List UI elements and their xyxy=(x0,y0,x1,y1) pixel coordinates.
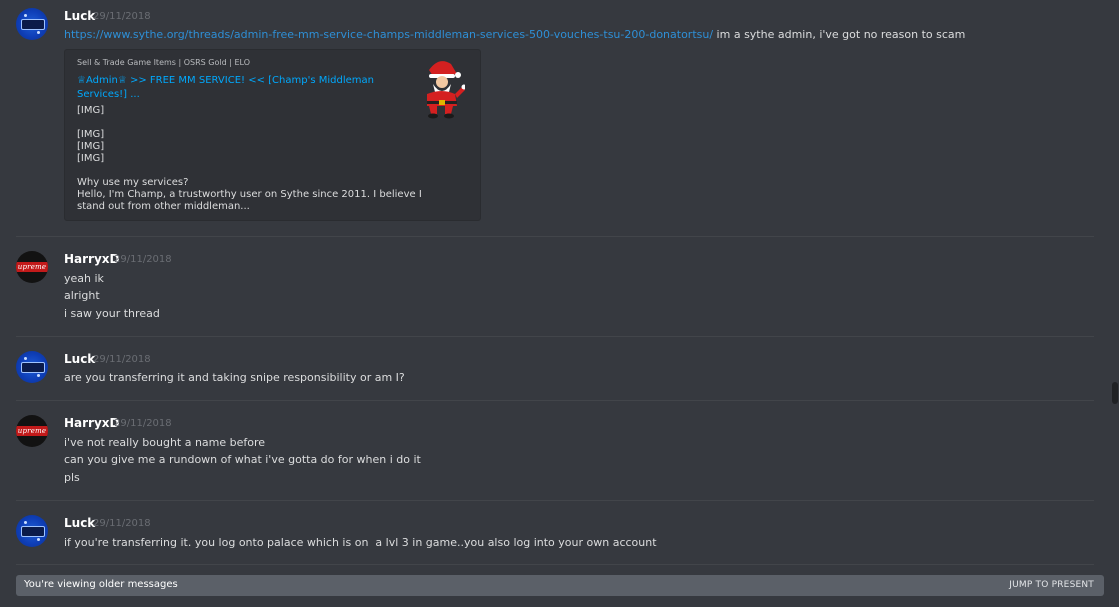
avatar-logo-text: upreme xyxy=(16,426,48,436)
embed-description-line: [IMG] xyxy=(77,141,105,152)
avatar[interactable] xyxy=(16,351,48,383)
embed-provider: Sell & Trade Game Items | OSRS Gold | EL… xyxy=(77,58,250,67)
message-text: i saw your thread xyxy=(64,307,160,320)
timestamp: 29/11/2018 xyxy=(93,354,151,365)
avatar[interactable]: upreme xyxy=(16,415,48,447)
timestamp: 29/11/2018 xyxy=(114,254,172,265)
message-divider xyxy=(16,564,1094,565)
embed-title[interactable]: ♕Admin♕ >> FREE MM SERVICE! << [Champ's … xyxy=(77,74,377,102)
link-embed: Sell & Trade Game Items | OSRS Gold | EL… xyxy=(64,49,481,221)
older-messages-bar: You're viewing older messages JUMP TO PR… xyxy=(16,575,1104,596)
avatar[interactable]: upreme xyxy=(16,251,48,283)
message-text: alright xyxy=(64,289,100,302)
embed-description-line: stand out from other middleman... xyxy=(77,201,250,212)
embed-description-line: Why use my services? xyxy=(77,177,189,188)
embed-description-line: Hello, I'm Champ, a trustworthy user on … xyxy=(77,189,422,200)
message-text: https://www.sythe.org/threads/admin-free… xyxy=(64,28,965,41)
message-list[interactable]: Luck 29/11/2018 https://www.sythe.org/th… xyxy=(0,0,1109,607)
message-divider xyxy=(16,500,1094,501)
message-text: if you're transferring it. you log onto … xyxy=(64,536,657,549)
message-text: can you give me a rundown of what i've g… xyxy=(64,453,421,466)
username[interactable]: Luck xyxy=(64,9,95,23)
embed-description-line: [IMG] xyxy=(77,105,105,116)
message-text-tail: im a sythe admin, i've got no reason to … xyxy=(713,28,966,41)
avatar-logo-text: upreme xyxy=(16,262,48,272)
message-text: are you transferring it and taking snipe… xyxy=(64,371,405,384)
username[interactable]: HarryxD xyxy=(64,416,120,430)
jump-to-present-button[interactable]: JUMP TO PRESENT xyxy=(1009,580,1094,590)
username[interactable]: HarryxD xyxy=(64,252,120,266)
message-text: yeah ik xyxy=(64,272,104,285)
scrollbar-thumb[interactable] xyxy=(1112,382,1118,404)
older-messages-notice: You're viewing older messages xyxy=(24,579,178,590)
message-text: pls xyxy=(64,471,80,484)
message-divider xyxy=(16,336,1094,337)
username[interactable]: Luck xyxy=(64,352,95,366)
timestamp: 29/11/2018 xyxy=(93,518,151,529)
message-divider xyxy=(16,400,1094,401)
avatar[interactable] xyxy=(16,8,48,40)
message-text: i've not really bought a name before xyxy=(64,436,266,449)
avatar[interactable] xyxy=(16,515,48,547)
message-divider xyxy=(16,236,1094,237)
embed-description-line: [IMG] xyxy=(77,153,105,164)
username[interactable]: Luck xyxy=(64,516,95,530)
timestamp: 29/11/2018 xyxy=(114,418,172,429)
timestamp: 29/11/2018 xyxy=(93,11,151,22)
embed-description-line: [IMG] xyxy=(77,129,105,140)
thread-link[interactable]: https://www.sythe.org/threads/admin-free… xyxy=(64,28,713,41)
embed-thumbnail-santa-image[interactable] xyxy=(413,56,465,120)
